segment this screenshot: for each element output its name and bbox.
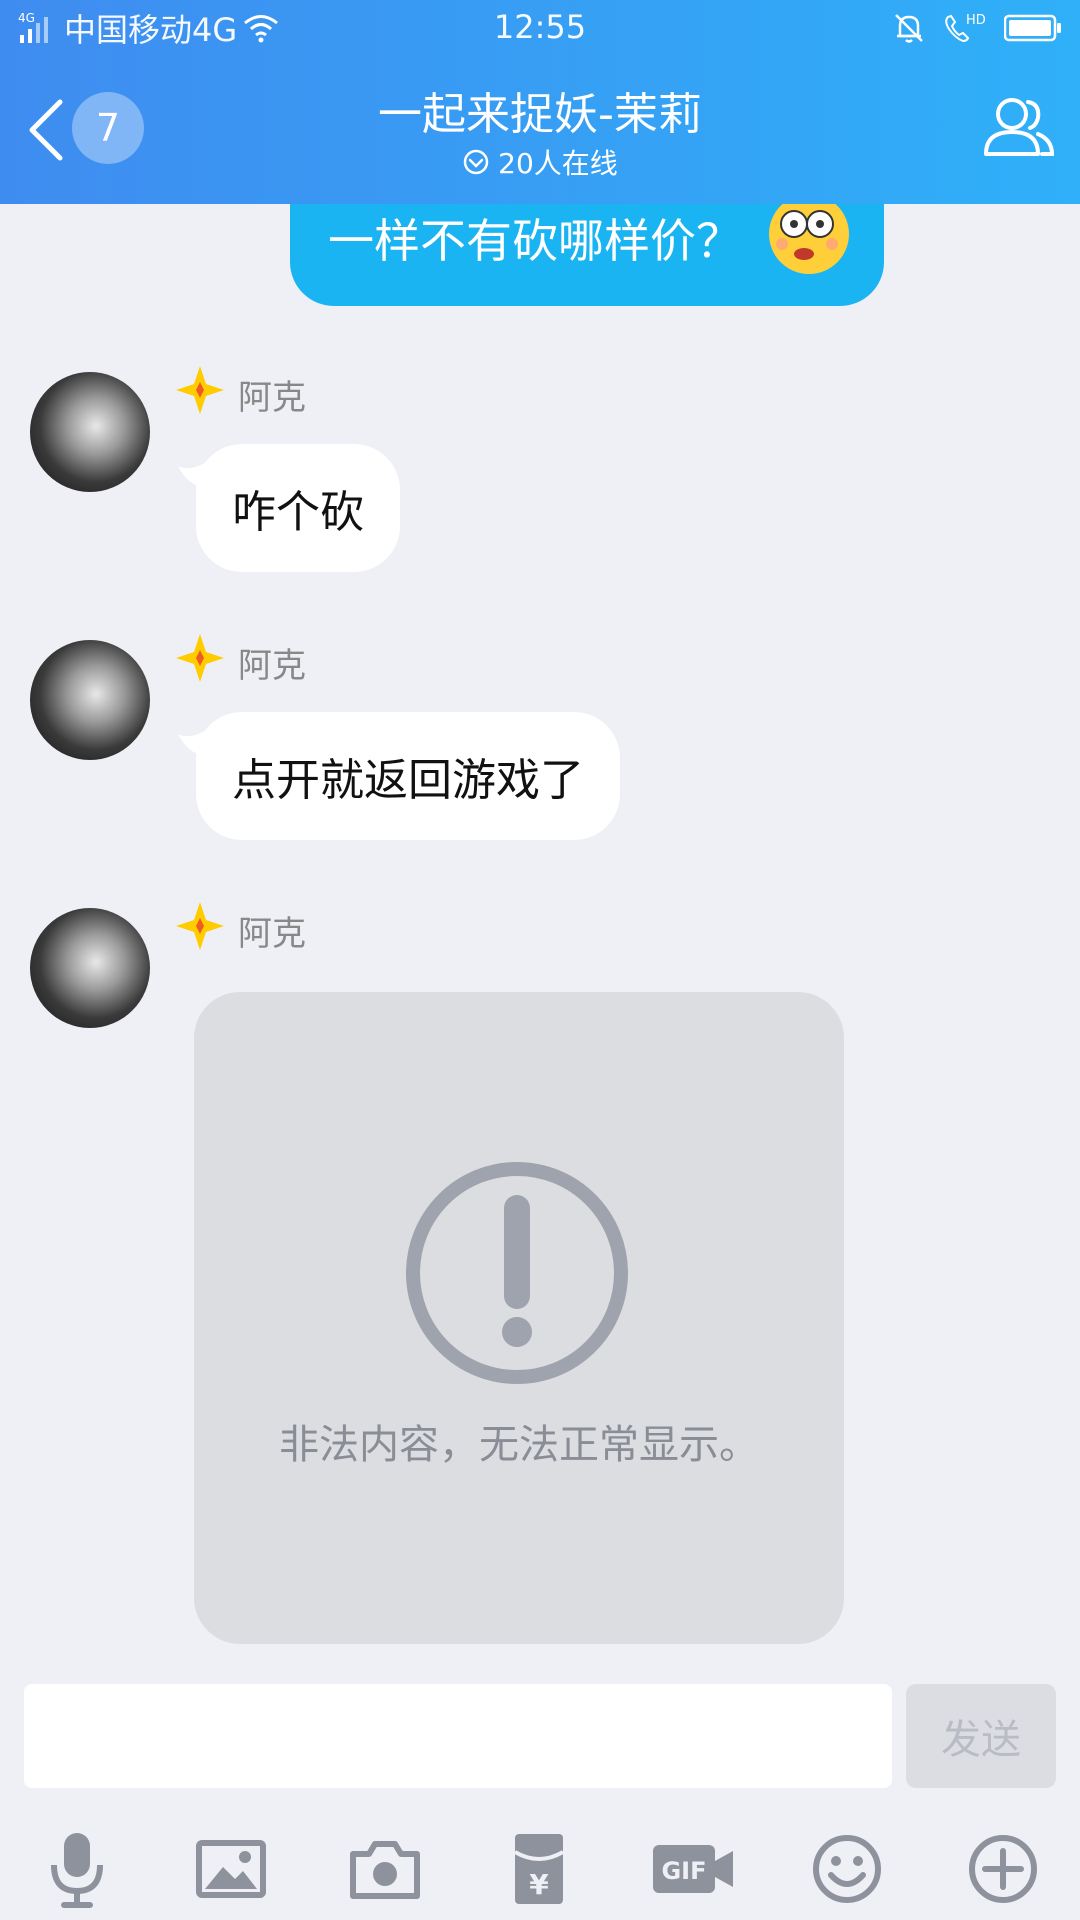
online-status[interactable]: 20人在线: [0, 142, 1080, 182]
red-packet-button[interactable]: ¥: [494, 1824, 584, 1914]
sender-name: 阿克: [238, 378, 306, 418]
red-packet-icon: ¥: [513, 1834, 565, 1904]
plus-icon: [969, 1835, 1037, 1903]
avatar[interactable]: [30, 372, 150, 492]
battery-icon: [1004, 14, 1061, 42]
avatar[interactable]: [30, 908, 150, 1028]
emoji-icon: [813, 1835, 881, 1903]
chat-header: 4G 中国移动4G 12:55 HD 7 一起来捉妖-茉莉 20人在线: [0, 0, 1080, 204]
send-button[interactable]: 发送: [906, 1684, 1056, 1788]
message-bubble[interactable]: 点开就返回游戏了: [196, 712, 620, 840]
message-bubble[interactable]: 咋个砍: [196, 444, 400, 572]
group-members-icon: [984, 98, 1055, 156]
gif-button[interactable]: GIF: [648, 1824, 738, 1914]
star-badge-icon: [176, 902, 224, 950]
star-badge-icon: [176, 634, 224, 682]
microphone-icon: [51, 1833, 103, 1908]
image-icon: [196, 1840, 266, 1898]
online-count-label: 20人在线: [498, 147, 618, 180]
message-text: 一样不有砍哪样价？: [328, 214, 742, 268]
hd-call-icon: HD: [945, 13, 986, 43]
yuan-label: ¥: [529, 1868, 549, 1901]
hd-label: HD: [966, 13, 986, 28]
star-badge-icon: [176, 366, 224, 414]
input-toolbar: ¥ GIF: [0, 1800, 1080, 1920]
sender-name: 阿克: [238, 914, 306, 954]
emoji-button[interactable]: [802, 1824, 892, 1914]
chevron-down-circle-icon: [463, 149, 489, 175]
blocked-content-notice: 非法内容，无法正常显示。: [279, 1422, 759, 1468]
status-right: HD: [892, 8, 1062, 48]
group-members-button[interactable]: [978, 88, 1058, 168]
gif-label: GIF: [661, 1857, 706, 1885]
message-input[interactable]: [24, 1684, 892, 1788]
image-button[interactable]: [186, 1824, 276, 1914]
status-bar: 4G 中国移动4G 12:55 HD: [0, 0, 1080, 56]
chat-title: 一起来捉妖-茉莉: [378, 89, 702, 140]
voice-button[interactable]: [32, 1824, 122, 1914]
more-button[interactable]: [958, 1824, 1048, 1914]
gif-icon: GIF: [653, 1845, 733, 1893]
exclamation-circle-icon: [406, 1162, 628, 1384]
sender-name: 阿克: [238, 646, 306, 686]
message-text: 点开就返回游戏了: [232, 755, 584, 806]
message-text: 咋个砍: [232, 487, 364, 538]
camera-button[interactable]: [340, 1824, 430, 1914]
blocked-content-card[interactable]: 非法内容，无法正常显示。: [194, 992, 844, 1644]
mute-bell-icon: [895, 14, 923, 43]
camera-icon: [350, 1841, 420, 1899]
avatar[interactable]: [30, 640, 150, 760]
